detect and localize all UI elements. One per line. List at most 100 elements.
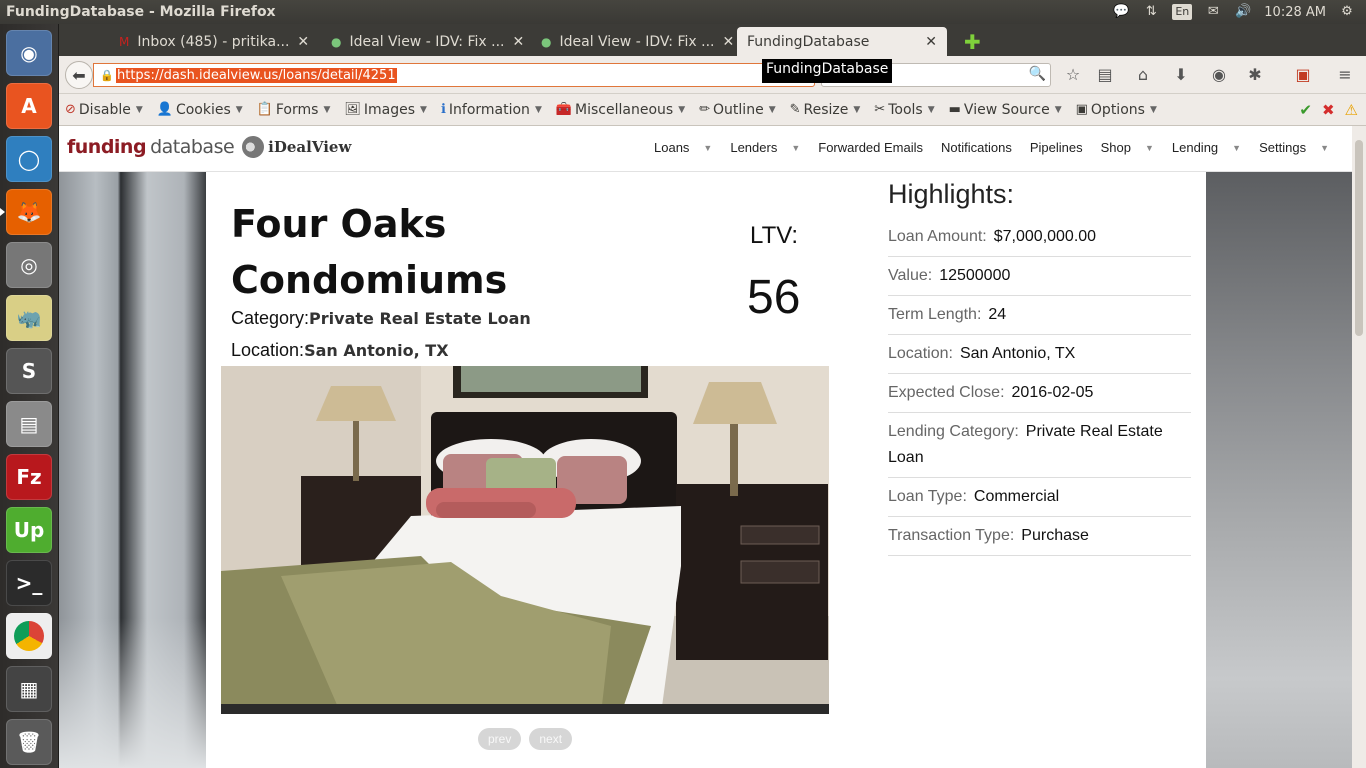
dev-miscellaneous-menu[interactable]: 🧰 Miscellaneous ▼ [556,102,685,118]
highlight-loan-amount: Loan Amount: $7,000,000.00 [888,218,1191,257]
file-manager-icon[interactable]: ▤ [6,401,52,447]
close-icon[interactable]: ✕ [297,34,309,50]
upwork-icon[interactable]: Up [6,507,52,553]
dash-home-icon[interactable]: ◉ [6,30,52,76]
chat-app-icon[interactable]: ◯ [6,136,52,182]
idv-icon: ● [541,34,552,49]
volume-icon[interactable]: 🔊 [1234,4,1252,20]
gmail-icon: M [119,34,130,49]
idealview-logo-icon [242,136,265,158]
highlight-loan-type: Loan Type: Commercial [888,478,1191,517]
rhino-app-icon[interactable]: 🦏 [6,295,52,341]
tab-title: Ideal View - IDV: Fix ... [559,33,715,50]
tools-icon: ✂ [874,102,886,117]
workspace-switcher-icon[interactable]: ▦ [6,666,52,712]
addon-icon[interactable]: ✱ [1245,65,1265,84]
property-photo[interactable] [221,366,829,714]
highlight-expected-close: Expected Close: 2016-02-05 [888,374,1191,413]
search-icon[interactable]: 🔍 [1029,66,1046,82]
software-center-icon[interactable]: A [6,83,52,129]
back-button[interactable]: ⬅ [65,61,93,89]
warning-icon[interactable]: ⚠ [1345,101,1358,119]
browser-tab-strip: M Inbox (485) - pritika... ✕ ● Ideal Vie… [59,24,1366,56]
ltv-label: LTV: [750,222,799,249]
tab-title: FundingDatabase [747,33,870,50]
loan-detail-panel: Four Oaks Condomiums LTV: 56 Category:Pr… [206,172,1206,768]
bookmark-star-icon[interactable]: ☆ [1063,65,1083,84]
mail-icon[interactable]: ✉ [1204,4,1222,20]
new-tab-button[interactable]: ✚ [954,27,984,56]
prev-button[interactable]: prev [478,728,522,750]
web-developer-toolbar: ⊘ Disable ▼ 👤 Cookies ▼ 📋 Forms ▼ 🖼 Images ▼ ℹ In… [59,94,1366,126]
forms-icon: 📋 [256,102,273,117]
nav-loans[interactable]: Loans ▼ [645,140,721,155]
close-icon[interactable]: ✕ [925,34,937,50]
menu-icon[interactable]: ≡ [1335,65,1355,84]
nav-lenders[interactable]: Lenders ▼ [721,140,809,155]
photo-pager: prev next [478,728,573,750]
nav-pipelines[interactable]: Pipelines [1021,140,1092,155]
view-source-icon: ▬ [948,102,961,117]
clock[interactable]: 10:28 AM [1264,5,1326,20]
url-text[interactable]: https://dash.idealview.us/loans/detail/4… [116,67,397,83]
page-title: Four Oaks Condomiums [231,202,508,302]
downloads-icon[interactable]: ⬇ [1171,65,1191,84]
information-icon: ℹ [440,102,446,117]
nav-lending[interactable]: Lending ▼ [1163,140,1250,155]
nav-settings[interactable]: Settings ▼ [1250,140,1338,155]
tab-fundingdatabase[interactable]: FundingDatabase ✕ [737,27,947,56]
firefox-icon[interactable]: 🦊 [6,189,52,235]
scrollbar-thumb[interactable] [1355,140,1363,336]
url-bar[interactable]: 🔒 https://dash.idealview.us/loans/detail… [93,63,815,87]
tab-gmail[interactable]: M Inbox (485) - pritika... ✕ [109,27,319,56]
miscellaneous-icon: 🧰 [555,102,573,117]
dev-images-menu[interactable]: 🖼 Images ▼ [344,102,427,118]
gear-icon[interactable]: ⚙ [1338,4,1356,20]
dev-outline-menu[interactable]: ✏ Outline ▼ [699,102,775,118]
network-icon[interactable]: ⇅ [1142,4,1160,20]
close-icon[interactable]: ✕ [722,34,734,50]
loan-location: Location:San Antonio, TX [231,340,449,360]
tab-idv-2[interactable]: ● Ideal View - IDV: Fix ... ✕ [531,27,741,56]
addon-box-icon[interactable]: ▣ [1293,65,1313,84]
speaker-app-icon[interactable]: ◎ [6,242,52,288]
next-button[interactable]: next [529,728,573,750]
outline-icon: ✏ [699,102,711,117]
unity-launcher: ◉ A ◯ 🦊 ◎ 🦏 S ▤ Fz Up >_ ▦ 🗑 [0,24,59,768]
extension-icon[interactable]: ◉ [1209,65,1229,84]
nav-forwarded-emails[interactable]: Forwarded Emails [809,140,932,155]
keyboard-layout-indicator[interactable]: En [1172,4,1193,20]
trash-icon[interactable]: 🗑 [6,719,52,765]
site-logo[interactable]: funding database iDealView [67,136,351,158]
filezilla-icon[interactable]: Fz [6,454,52,500]
nav-shop[interactable]: Shop ▼ [1092,140,1163,155]
highlights-panel: Highlights: Loan Amount: $7,000,000.00 Va… [888,172,1191,556]
dev-forms-menu[interactable]: 📋 Forms ▼ [257,102,331,118]
chat-indicator-icon[interactable]: 💬 [1112,4,1130,20]
error-icon[interactable]: ✖ [1322,101,1335,119]
lock-icon[interactable]: 🔒 [100,69,116,82]
dev-view-source-menu[interactable]: ▬ View Source ▼ [949,102,1062,118]
tab-idv-1[interactable]: ● Ideal View - IDV: Fix ... ✕ [321,27,531,56]
options-icon: ▣ [1075,102,1088,117]
sublime-text-icon[interactable]: S [6,348,52,394]
dev-options-menu[interactable]: ▣ Options ▼ [1076,102,1157,118]
dev-resize-menu[interactable]: ✎ Resize ▼ [790,102,861,118]
resize-icon: ✎ [789,102,801,117]
close-icon[interactable]: ✕ [512,34,524,50]
highlights-title: Highlights: [888,179,1015,209]
dev-cookies-menu[interactable]: 👤 Cookies ▼ [157,102,243,118]
chrome-icon[interactable] [6,613,52,659]
page-scrollbar[interactable] [1352,126,1366,768]
cookies-icon: 👤 [156,102,173,117]
dev-tools-menu[interactable]: ✂ Tools ▼ [874,102,934,118]
tooltip: FundingDatabase [762,59,893,83]
nav-notifications[interactable]: Notifications [932,140,1021,155]
check-icon[interactable]: ✔ [1299,101,1312,119]
terminal-icon[interactable]: >_ [6,560,52,606]
dev-information-menu[interactable]: ℹ Information ▼ [441,102,542,118]
home-icon[interactable]: ⌂ [1133,65,1153,84]
reader-list-icon[interactable]: ▤ [1095,65,1115,84]
window-title: FundingDatabase - Mozilla Firefox [6,4,276,20]
dev-disable-menu[interactable]: ⊘ Disable ▼ [65,102,143,118]
